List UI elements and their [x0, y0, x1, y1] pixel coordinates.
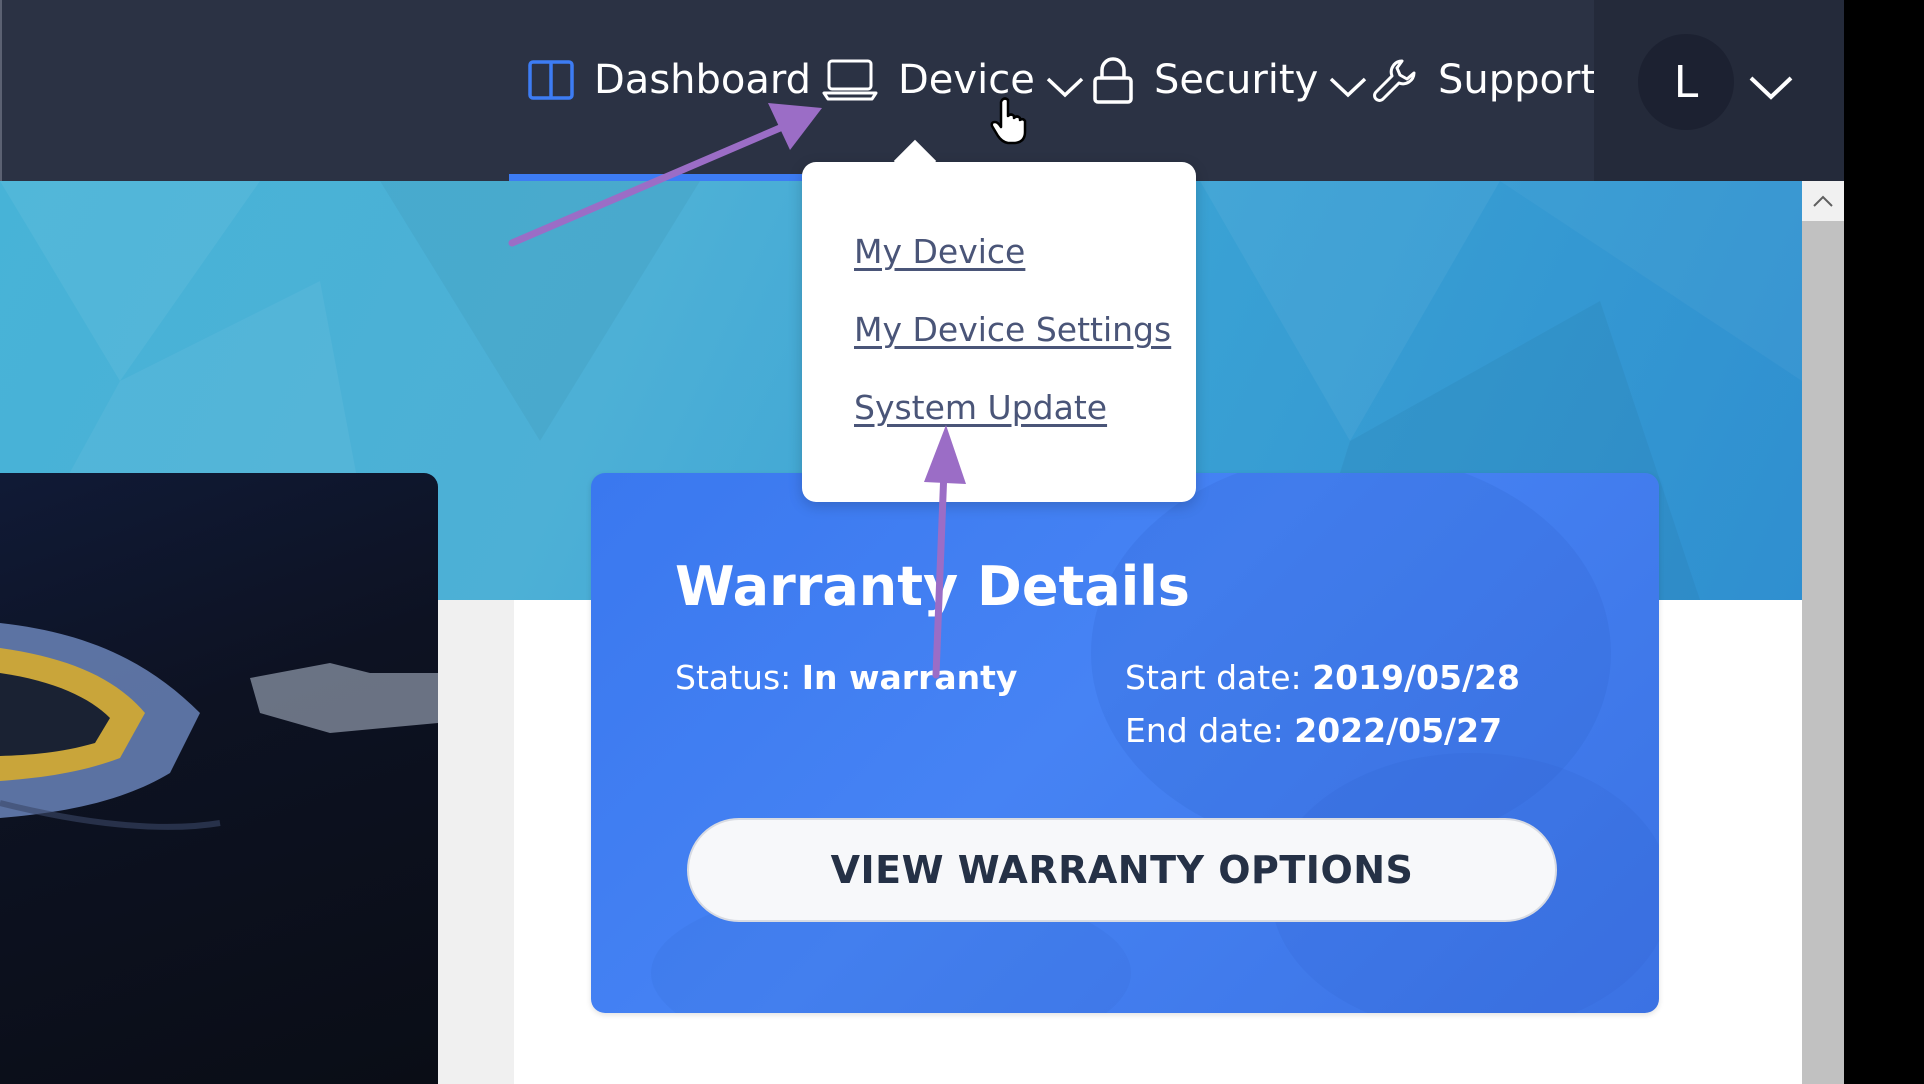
- warranty-title: Warranty Details: [675, 555, 1190, 618]
- device-dropdown-menu: My Device My Device Settings System Upda…: [802, 139, 1196, 502]
- nav-support[interactable]: Support: [1372, 54, 1596, 106]
- status-value: In warranty: [801, 658, 1018, 697]
- status-label: Status:: [675, 658, 792, 697]
- content-gutter: [438, 600, 514, 1084]
- end-date-label: End date:: [1125, 711, 1284, 750]
- chevron-down-icon: [1328, 75, 1368, 99]
- view-warranty-options-button[interactable]: VIEW WARRANTY OPTIONS: [687, 818, 1557, 922]
- warranty-end-date: End date: 2022/05/27: [1125, 711, 1502, 750]
- dashboard-icon: [528, 59, 574, 101]
- chevron-up-icon: [1813, 195, 1833, 207]
- nav-security-label: Security: [1154, 57, 1319, 103]
- promo-image: [0, 623, 438, 830]
- nav-support-label: Support: [1438, 57, 1597, 103]
- nav-device[interactable]: Device: [822, 54, 1085, 106]
- wrench-icon: [1372, 57, 1418, 103]
- user-avatar[interactable]: L: [1638, 34, 1734, 130]
- window-edge: [0, 0, 2, 181]
- warranty-start-date: Start date: 2019/05/28: [1125, 658, 1520, 697]
- vertical-scrollbar[interactable]: [1802, 181, 1844, 1084]
- laptop-icon: [822, 58, 878, 102]
- nav-dashboard[interactable]: Dashboard: [528, 54, 811, 106]
- scroll-up-button[interactable]: [1802, 181, 1844, 221]
- lock-icon: [1092, 56, 1134, 104]
- warranty-card: Warranty Details Status: In warranty Sta…: [591, 473, 1659, 1013]
- start-date-label: Start date:: [1125, 658, 1302, 697]
- chevron-down-icon[interactable]: [1748, 74, 1794, 106]
- warranty-status: Status: In warranty: [675, 658, 1017, 697]
- nav-dashboard-label: Dashboard: [594, 57, 812, 103]
- chevron-down-icon: [1045, 75, 1085, 99]
- end-date-value: 2022/05/27: [1294, 711, 1503, 750]
- menu-item-my-device-settings[interactable]: My Device Settings: [854, 310, 1171, 349]
- hand-cursor-icon: [990, 97, 1027, 145]
- promo-image-card[interactable]: [0, 473, 438, 1084]
- app-window: Dashboard Device Security Support L Warr…: [0, 0, 1844, 1084]
- nav-security[interactable]: Security: [1092, 54, 1368, 106]
- menu-item-system-update[interactable]: System Update: [854, 388, 1107, 427]
- start-date-value: 2019/05/28: [1312, 658, 1520, 697]
- menu-item-my-device[interactable]: My Device: [854, 232, 1025, 271]
